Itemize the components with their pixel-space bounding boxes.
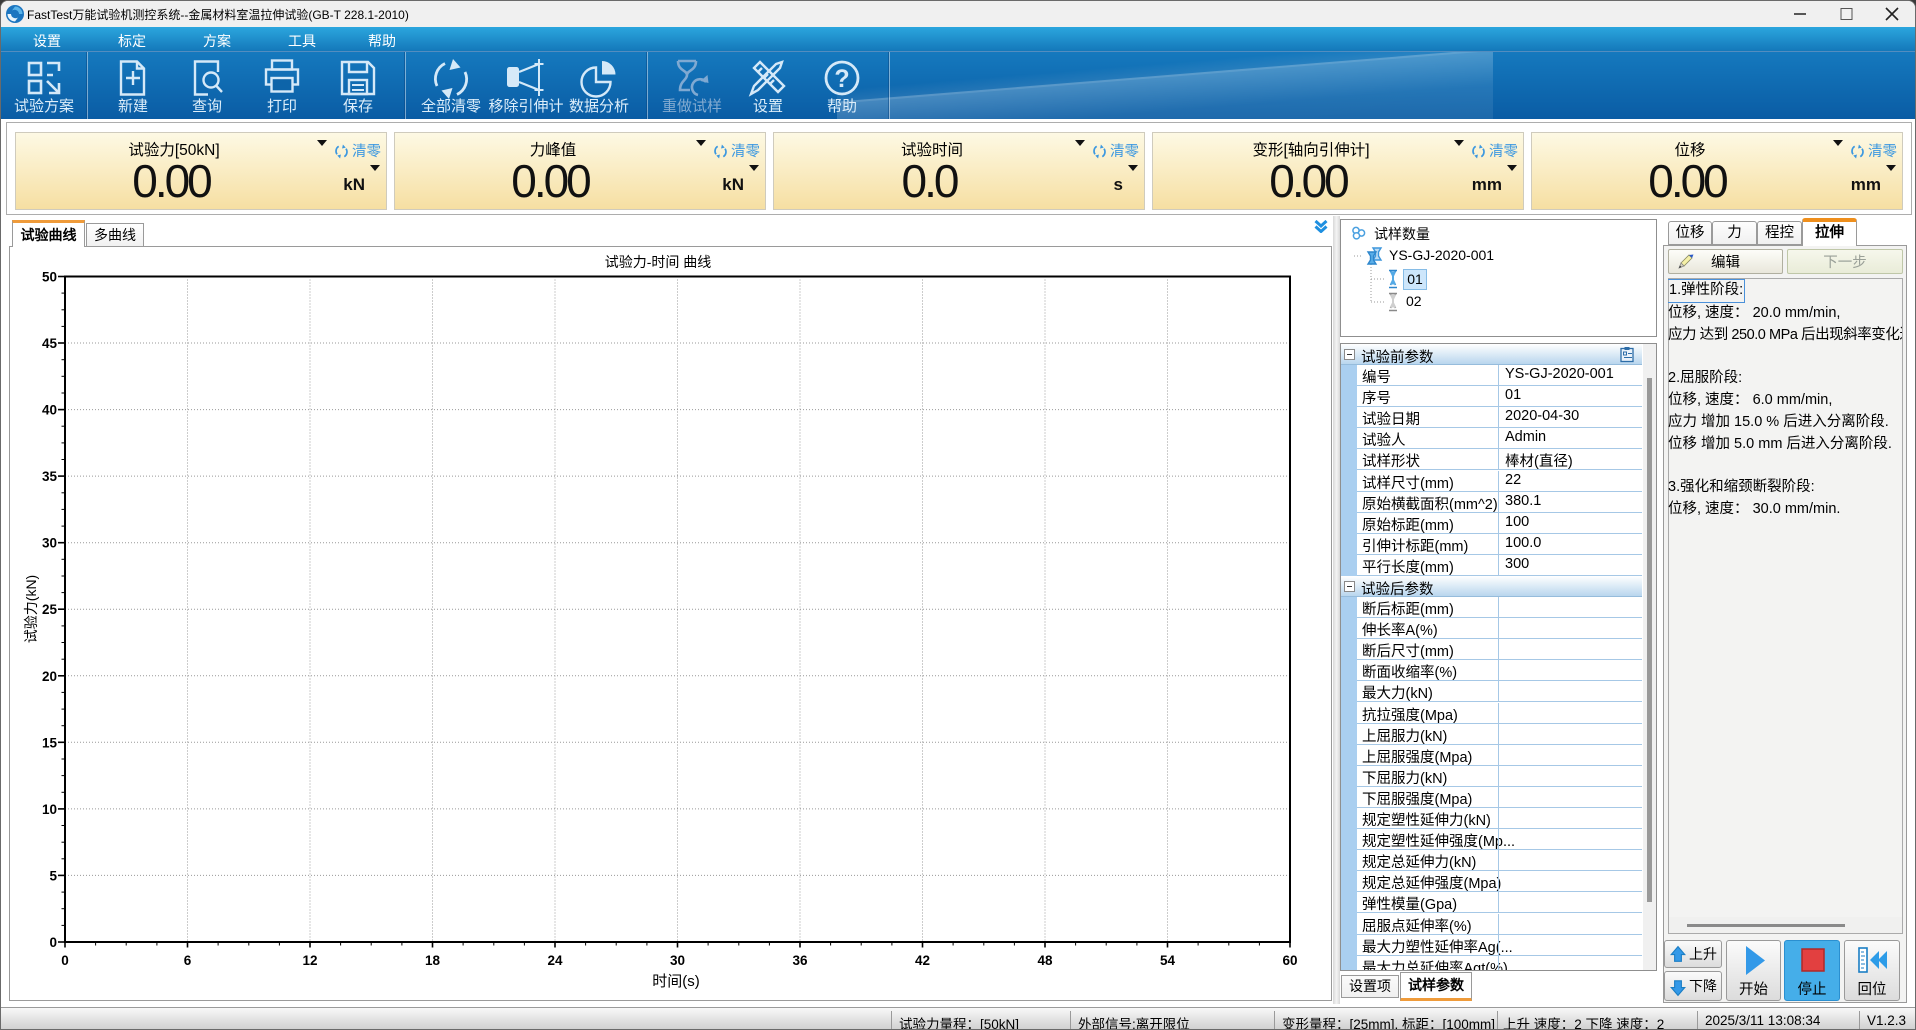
svg-text:36: 36 xyxy=(792,953,808,968)
svg-text:50: 50 xyxy=(42,270,57,285)
svg-text:0: 0 xyxy=(49,935,57,950)
svg-text:0: 0 xyxy=(61,953,69,968)
svg-text:30: 30 xyxy=(42,536,57,551)
svg-text:6: 6 xyxy=(184,953,192,968)
svg-text:30: 30 xyxy=(670,953,685,968)
svg-text:24: 24 xyxy=(547,953,563,968)
svg-text:20: 20 xyxy=(42,669,57,684)
svg-text:60: 60 xyxy=(1282,953,1297,968)
svg-text:12: 12 xyxy=(302,953,317,968)
svg-text:试验力(kN): 试验力(kN) xyxy=(23,575,39,643)
svg-text:10: 10 xyxy=(42,802,57,817)
svg-text:48: 48 xyxy=(1037,953,1053,968)
svg-text:时间(s): 时间(s) xyxy=(652,973,700,990)
svg-text:5: 5 xyxy=(49,868,57,883)
svg-text:15: 15 xyxy=(42,735,58,750)
svg-text:?: ? xyxy=(834,65,849,93)
svg-text:40: 40 xyxy=(42,403,57,418)
svg-text:45: 45 xyxy=(42,336,58,351)
svg-text:25: 25 xyxy=(42,602,58,617)
svg-text:18: 18 xyxy=(425,953,441,968)
svg-text:试验力-时间 曲线: 试验力-时间 曲线 xyxy=(605,254,712,270)
svg-text:35: 35 xyxy=(42,469,58,484)
svg-text:54: 54 xyxy=(1160,953,1176,968)
svg-text:42: 42 xyxy=(915,953,930,968)
